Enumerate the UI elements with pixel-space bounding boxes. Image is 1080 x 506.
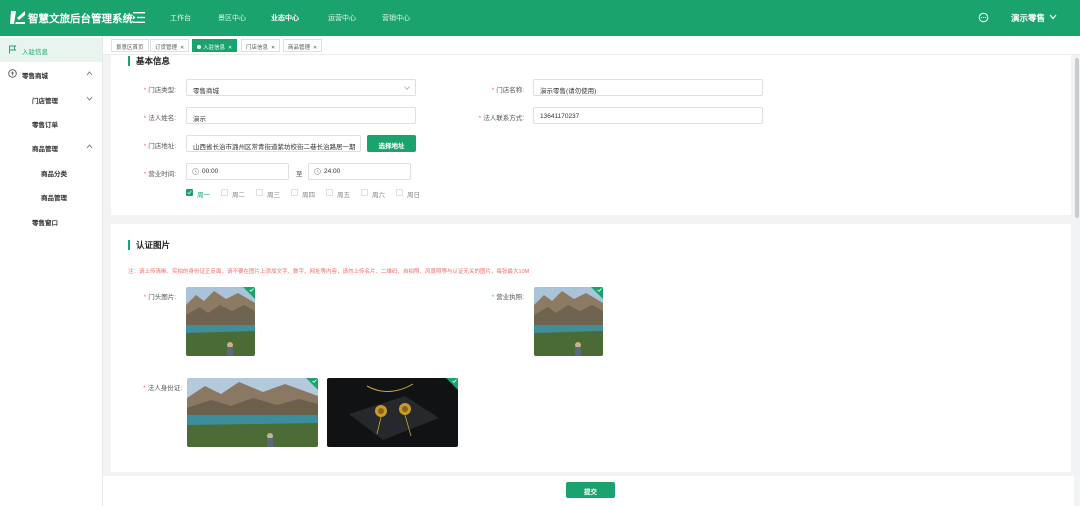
flag-icon bbox=[9, 45, 17, 54]
select-address-button[interactable]: 选择地址 bbox=[367, 135, 416, 152]
address-input[interactable]: 山西省长治市潞州区常青街道紫坊校街二巷长治路居一期 bbox=[186, 135, 361, 152]
close-icon[interactable]: ✕ bbox=[271, 45, 275, 51]
sidebar-item-retail-window[interactable]: 零售窗口 bbox=[0, 209, 102, 233]
app-title: 智慧文旅后台管理系统 bbox=[28, 13, 133, 25]
check-icon bbox=[452, 379, 457, 383]
user-menu[interactable]: 演示零售 bbox=[1011, 12, 1045, 24]
tab-onboarding-info[interactable]: 入驻信息 ✕ bbox=[192, 39, 238, 52]
checkbox-checked-icon bbox=[186, 189, 193, 196]
upload-note: 注：请上传清晰、实拍的身份证正反面，请不要在图片上添加文字、数字、网址等内容，请… bbox=[128, 269, 530, 275]
chevron-down-icon[interactable] bbox=[1049, 14, 1057, 20]
storefront-photo[interactable] bbox=[186, 287, 255, 356]
legal-phone-input[interactable]: 13641170237 bbox=[533, 107, 763, 124]
tab-bar: 景意区首页 订货管理 ✕ 入驻信息 ✕ 门店信息 ✕ 商品管理 ✕ bbox=[103, 36, 1080, 55]
nav-business-center[interactable]: 业态中心 bbox=[271, 13, 299, 23]
sidebar-item-store-management[interactable]: 门店管理 bbox=[0, 87, 102, 111]
sidebar-item-product-management[interactable]: 商品管理 bbox=[0, 135, 102, 159]
submit-button[interactable]: 提交 bbox=[566, 482, 615, 498]
sidebar-item-product-category[interactable]: 商品分类 bbox=[0, 160, 102, 184]
tab-order-management[interactable]: 订货管理 ✕ bbox=[150, 39, 190, 52]
store-name-label: * 门店名称: bbox=[491, 87, 524, 94]
jewelry-image bbox=[327, 378, 458, 447]
sidebar-item-onboarding-info[interactable]: 入驻信息 bbox=[0, 38, 102, 62]
legal-phone-label: * 法人联系方式: bbox=[478, 115, 524, 122]
hours-end-picker[interactable]: 24:00 bbox=[308, 163, 411, 180]
top-bar: 智慧文旅后台管理系统 工作台 景区中心 业态中心 运营中心 营销中心 演示零售 bbox=[0, 0, 1080, 36]
hours-separator: 至 bbox=[296, 171, 303, 178]
certification-title: 认证图片 bbox=[128, 240, 170, 250]
close-icon[interactable]: ✕ bbox=[180, 45, 184, 51]
storefront-photo-label: * 门头图片: bbox=[143, 294, 176, 301]
store-type-select[interactable]: 零售商城 bbox=[186, 79, 416, 96]
legal-name-input[interactable]: 演示 bbox=[186, 107, 416, 124]
message-icon[interactable] bbox=[978, 12, 989, 23]
nav-workbench[interactable]: 工作台 bbox=[170, 13, 191, 23]
clock-icon bbox=[192, 168, 199, 175]
tab-store-info[interactable]: 门店信息 ✕ bbox=[241, 39, 281, 52]
check-icon bbox=[597, 288, 602, 292]
check-icon bbox=[249, 288, 254, 292]
clock-icon bbox=[314, 168, 321, 175]
chevron-down-icon bbox=[404, 86, 410, 90]
landscape-image bbox=[187, 378, 318, 447]
business-license-photo[interactable] bbox=[534, 287, 603, 356]
tab-product-management[interactable]: 商品管理 ✕ bbox=[283, 39, 323, 52]
nav-operation-center[interactable]: 运营中心 bbox=[328, 13, 356, 23]
close-icon[interactable]: ✕ bbox=[228, 45, 232, 51]
sidebar-item-product-list[interactable]: 商品管理 bbox=[0, 184, 102, 208]
close-icon[interactable]: ✕ bbox=[313, 45, 317, 51]
chevron-down-icon bbox=[86, 96, 93, 101]
id-card-front-photo[interactable] bbox=[187, 378, 318, 447]
legal-name-label: * 法人姓名: bbox=[143, 115, 176, 122]
nav-marketing-center[interactable]: 营销中心 bbox=[382, 13, 410, 23]
sidebar: 入驻信息 零售商城 门店管理 零售订单 商品管理 商品分类 商品管理 零售窗口 bbox=[0, 36, 103, 506]
nav-scenic-center[interactable]: 景区中心 bbox=[218, 13, 246, 23]
hours-start-picker[interactable]: 00:00 bbox=[186, 163, 289, 180]
basic-info-title: 基本信息 bbox=[128, 56, 170, 66]
scrollbar-thumb[interactable] bbox=[1075, 58, 1079, 218]
legal-id-label: * 法人身份证: bbox=[143, 385, 182, 392]
shop-icon bbox=[8, 69, 17, 78]
chevron-up-icon bbox=[86, 71, 93, 76]
store-name-input[interactable]: 演示零售(请勿使用) bbox=[533, 79, 763, 96]
sidebar-item-retail-mall[interactable]: 零售商城 bbox=[0, 62, 102, 86]
sidebar-item-retail-orders[interactable]: 零售订单 bbox=[0, 111, 102, 135]
active-dot-icon bbox=[197, 45, 201, 49]
business-license-label: * 营业执照: bbox=[491, 294, 524, 301]
check-icon bbox=[312, 379, 317, 383]
address-label: * 门店地址: bbox=[143, 143, 176, 150]
chevron-up-icon bbox=[86, 144, 93, 149]
menu-fold-icon[interactable] bbox=[133, 12, 145, 23]
store-type-label: * 门店类型: bbox=[143, 87, 176, 94]
business-hours-label: * 营业时间: bbox=[143, 171, 176, 178]
app-logo-icon bbox=[10, 11, 25, 24]
id-card-back-photo[interactable] bbox=[327, 378, 458, 447]
tab-home[interactable]: 景意区首页 bbox=[111, 39, 149, 52]
